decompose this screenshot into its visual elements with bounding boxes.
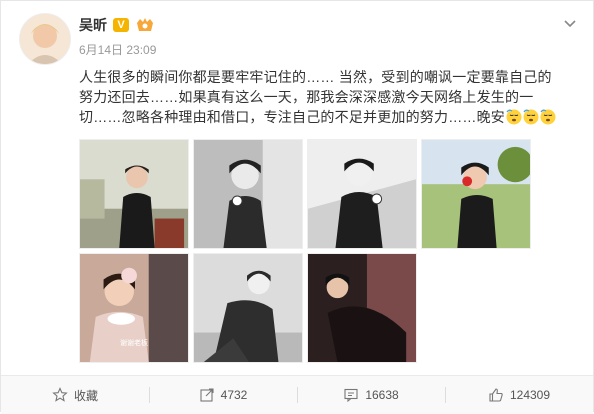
emoji-sleepy-icon: [540, 109, 556, 125]
comment-count: 16638: [365, 388, 399, 402]
author-row: 吴昕 V: [79, 15, 155, 35]
favorite-label: 收藏: [73, 388, 98, 403]
photo-thumbnail[interactable]: [193, 139, 303, 249]
repost-button[interactable]: 4732: [149, 376, 297, 414]
avatar[interactable]: [19, 13, 71, 65]
post-time[interactable]: 6月14日 23:09: [79, 41, 156, 58]
photo-watermark: 谢谢老板: [120, 340, 148, 347]
emoji-sleepy-icon: [506, 109, 522, 125]
like-count: 124309: [509, 388, 551, 402]
star-icon: [52, 387, 68, 403]
post-text-body: 人生很多的瞬间你都是要牢牢记住的…… 当然，受到的嘲讽一定要靠自己的努力还回去……: [79, 69, 552, 125]
photo-thumbnail[interactable]: [421, 139, 531, 249]
repost-icon: [199, 387, 215, 403]
emoji-sleepy-icon: [523, 109, 539, 125]
weibo-post-card: 吴昕 V 6月14日 23:09 人生很多的瞬间你都是要牢牢记住的…… 当然，受…: [0, 0, 594, 414]
favorite-button[interactable]: 收藏: [1, 376, 149, 414]
photo-thumbnail[interactable]: [307, 253, 417, 363]
like-button[interactable]: 124309: [445, 376, 593, 414]
avatar-image: [20, 14, 70, 64]
photo-thumbnail[interactable]: [79, 139, 189, 249]
post-text: 人生很多的瞬间你都是要牢牢记住的…… 当然，受到的嘲讽一定要靠自己的努力还回去……: [79, 67, 559, 127]
action-bar: 收藏 4732 16638 124309: [1, 375, 593, 414]
author-name[interactable]: 吴昕: [79, 15, 107, 35]
verified-icon[interactable]: V: [113, 18, 129, 32]
chevron-down-icon[interactable]: [561, 15, 579, 33]
repost-count: 4732: [220, 388, 248, 402]
photo-thumbnail[interactable]: [307, 139, 417, 249]
photo-thumbnail[interactable]: 谢谢老板: [79, 253, 189, 363]
vip-icon[interactable]: [135, 17, 155, 33]
photo-thumbnail[interactable]: [193, 253, 303, 363]
comment-button[interactable]: 16638: [297, 376, 445, 414]
like-icon: [488, 387, 504, 403]
comment-icon: [343, 387, 359, 403]
